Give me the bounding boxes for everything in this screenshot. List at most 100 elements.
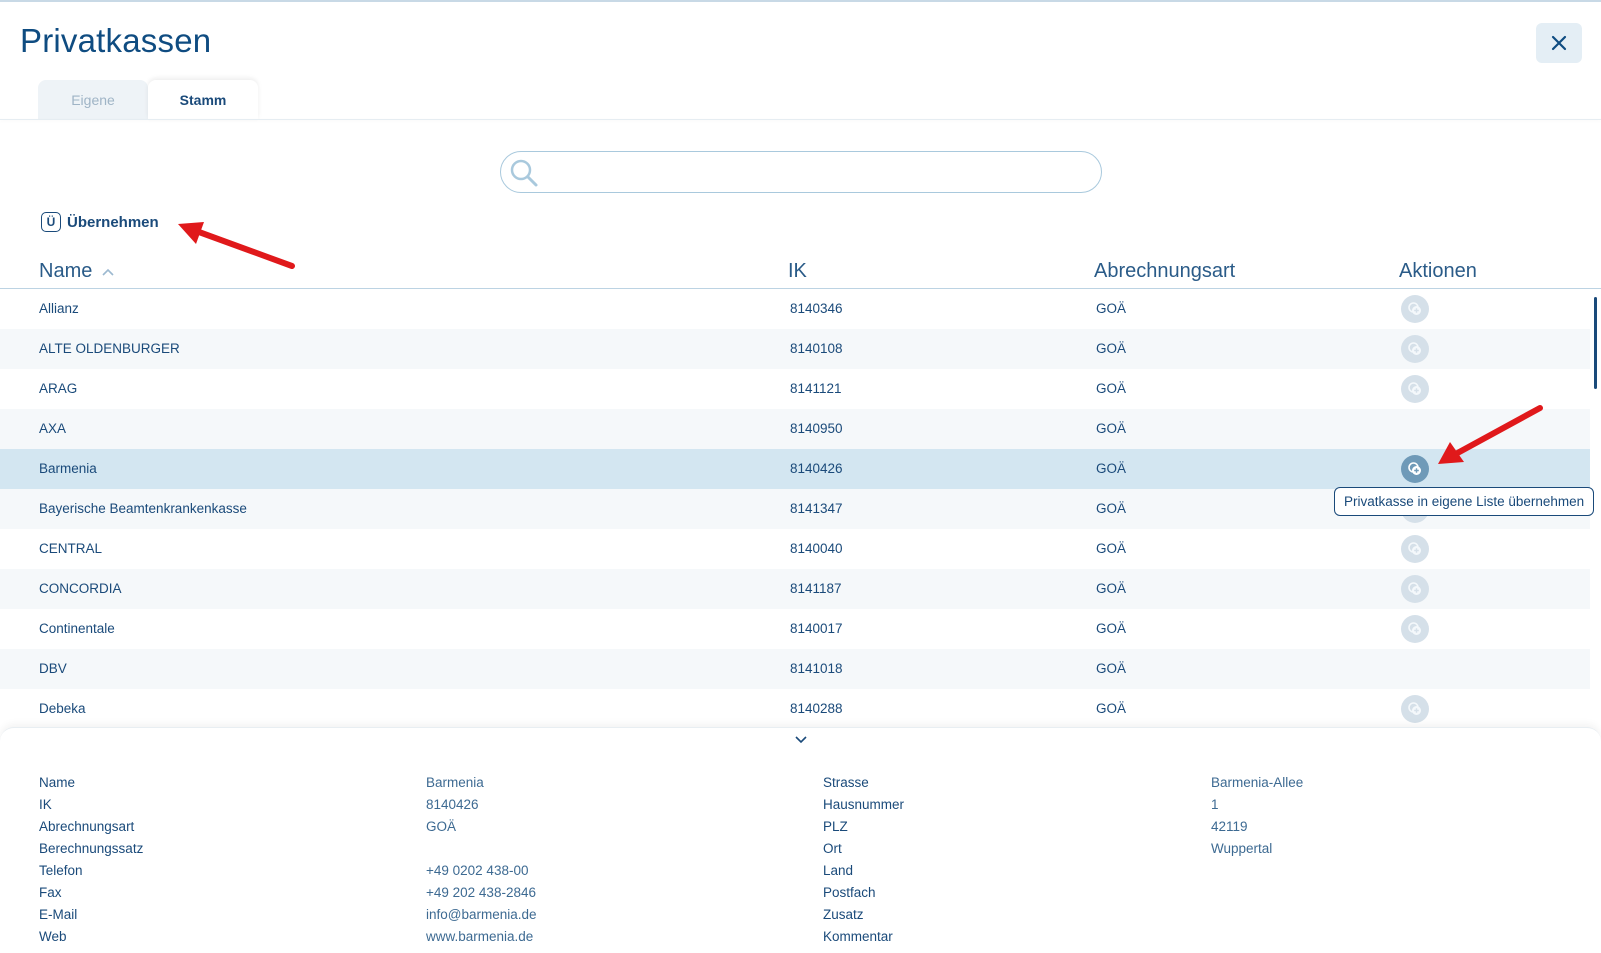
row-abrechnungsart: GOÄ xyxy=(1096,701,1127,716)
sort-ascending-icon xyxy=(102,268,114,276)
detail-label-right: PLZ xyxy=(823,819,848,834)
row-name: DBV xyxy=(39,661,67,676)
row-name: ARAG xyxy=(39,381,78,396)
row-name: Debeka xyxy=(39,701,86,716)
tab-bar: Eigene Stamm xyxy=(38,80,258,120)
detail-value-right: Barmenia-Allee xyxy=(1211,775,1304,790)
table-row[interactable]: DBV 8141018 GOÄ xyxy=(0,649,1590,689)
tab-eigene[interactable]: Eigene xyxy=(38,80,148,120)
detail-value-right: 42119 xyxy=(1211,819,1248,834)
table-row[interactable]: AXA 8140950 GOÄ xyxy=(0,409,1590,449)
add-to-own-list-button[interactable] xyxy=(1401,455,1429,483)
add-to-own-list-button[interactable] xyxy=(1401,295,1429,323)
table-row[interactable]: ARAG 8141121 GOÄ xyxy=(0,369,1590,409)
detail-label-left: Abrechnungsart xyxy=(39,819,135,834)
tab-divider xyxy=(0,119,1601,120)
add-to-own-list-button[interactable] xyxy=(1401,695,1429,723)
detail-values-left: Barmenia 8140426 GOÄ +49 0202 438-00 +49 20… xyxy=(426,772,537,948)
row-abrechnungsart: GOÄ xyxy=(1096,501,1127,516)
detail-panel: Name IK Abrechnungsart Berechnungssatz Telef… xyxy=(0,727,1601,953)
uebernehmen-icon: Ü xyxy=(41,212,61,232)
row-abrechnungsart: GOÄ xyxy=(1096,541,1127,556)
detail-label-left: Telefon xyxy=(39,863,83,878)
table-row[interactable]: Debeka 8140288 GOÄ xyxy=(0,689,1590,729)
detail-label-left: Web xyxy=(39,929,67,944)
row-name: Continentale xyxy=(39,621,115,636)
table-row[interactable]: ALTE OLDENBURGER 8140108 GOÄ xyxy=(0,329,1590,369)
row-name: AXA xyxy=(39,421,67,436)
row-name: Allianz xyxy=(39,301,79,316)
detail-labels-right: Strasse Hausnummer PLZ Ort Land Postfach Zusat… xyxy=(823,772,904,948)
row-ik: 8140040 xyxy=(790,541,843,556)
page-title: Privatkassen xyxy=(20,22,212,59)
close-button[interactable] xyxy=(1536,23,1582,63)
column-header-ik[interactable]: IK xyxy=(788,260,807,283)
copy-add-icon xyxy=(1408,702,1421,715)
detail-label-right: Postfach xyxy=(823,885,876,900)
row-ik: 8140346 xyxy=(790,301,843,316)
tooltip: Privatkasse in eigene Liste übernehmen xyxy=(1334,487,1595,516)
table-row[interactable]: CONCORDIA 8141187 GOÄ xyxy=(0,569,1590,609)
uebernehmen-label: Übernehmen xyxy=(67,213,159,231)
search-icon xyxy=(510,159,538,187)
detail-value-right xyxy=(1211,904,1303,926)
row-abrechnungsart: GOÄ xyxy=(1096,381,1127,396)
add-to-own-list-button[interactable] xyxy=(1401,575,1429,603)
row-name: Bayerische Beamtenkrankenkasse xyxy=(39,501,247,516)
add-to-own-list-button[interactable] xyxy=(1401,535,1429,563)
copy-add-icon xyxy=(1408,462,1421,475)
column-header-aktionen: Aktionen xyxy=(1399,260,1477,282)
detail-label-left: E-Mail xyxy=(39,907,78,922)
row-ik: 8141347 xyxy=(790,501,843,516)
column-header-name[interactable]: Name xyxy=(39,260,114,283)
row-ik: 8141187 xyxy=(790,581,842,596)
row-name: Barmenia xyxy=(39,461,97,476)
table-row[interactable]: CENTRAL 8140040 GOÄ xyxy=(0,529,1590,569)
row-abrechnungsart: GOÄ xyxy=(1096,581,1127,596)
detail-labels-left: Name IK Abrechnungsart Berechnungssatz Telef… xyxy=(39,772,143,948)
chevron-down-icon[interactable] xyxy=(795,736,807,744)
detail-value-left: info@barmenia.de xyxy=(426,907,537,922)
row-ik: 8141121 xyxy=(790,381,842,396)
add-to-own-list-button[interactable] xyxy=(1401,615,1429,643)
detail-value-left: Barmenia xyxy=(426,775,484,790)
row-abrechnungsart: GOÄ xyxy=(1096,621,1127,636)
detail-label-left: Fax xyxy=(39,885,62,900)
row-name: CENTRAL xyxy=(39,541,103,556)
tab-stamm[interactable]: Stamm xyxy=(148,80,258,120)
detail-value-right: Wuppertal xyxy=(1211,841,1273,856)
add-to-own-list-button[interactable] xyxy=(1401,335,1429,363)
detail-label-left: Name xyxy=(39,775,76,790)
column-header-abrechnungsart[interactable]: Abrechnungsart xyxy=(1094,260,1235,283)
detail-label-right: Hausnummer xyxy=(823,797,905,812)
row-ik: 8141018 xyxy=(790,661,843,676)
copy-add-icon xyxy=(1408,342,1421,355)
row-name: CONCORDIA xyxy=(39,581,122,596)
row-ik: 8140950 xyxy=(790,421,843,436)
table-row[interactable]: Barmenia 8140426 GOÄ xyxy=(0,449,1590,489)
detail-label-right: Zusatz xyxy=(823,907,864,922)
detail-label-left: IK xyxy=(39,797,52,812)
copy-add-icon xyxy=(1408,542,1421,555)
copy-add-icon xyxy=(1408,582,1421,595)
copy-add-icon xyxy=(1408,382,1421,395)
row-ik: 8140288 xyxy=(790,701,843,716)
row-abrechnungsart: GOÄ xyxy=(1096,661,1127,676)
column-header-name-label: Name xyxy=(39,260,93,282)
scrollbar[interactable] xyxy=(1594,297,1597,389)
table-row[interactable]: Continentale 8140017 GOÄ xyxy=(0,609,1590,649)
search-field[interactable] xyxy=(500,151,1102,193)
row-abrechnungsart: GOÄ xyxy=(1096,461,1127,476)
detail-value-left: +49 0202 438-00 xyxy=(426,863,529,878)
table-row[interactable]: Allianz 8140346 GOÄ xyxy=(0,289,1590,329)
detail-value-right xyxy=(1211,882,1303,904)
uebernehmen-button[interactable]: Ü Übernehmen xyxy=(41,212,159,232)
add-to-own-list-button[interactable] xyxy=(1401,375,1429,403)
detail-value-left: 8140426 xyxy=(426,797,479,812)
row-abrechnungsart: GOÄ xyxy=(1096,421,1127,436)
detail-value-right: 1 xyxy=(1211,797,1219,812)
row-abrechnungsart: GOÄ xyxy=(1096,341,1127,356)
detail-label-right: Strasse xyxy=(823,775,869,790)
detail-value-right xyxy=(1211,926,1303,948)
detail-value-left xyxy=(426,838,537,860)
